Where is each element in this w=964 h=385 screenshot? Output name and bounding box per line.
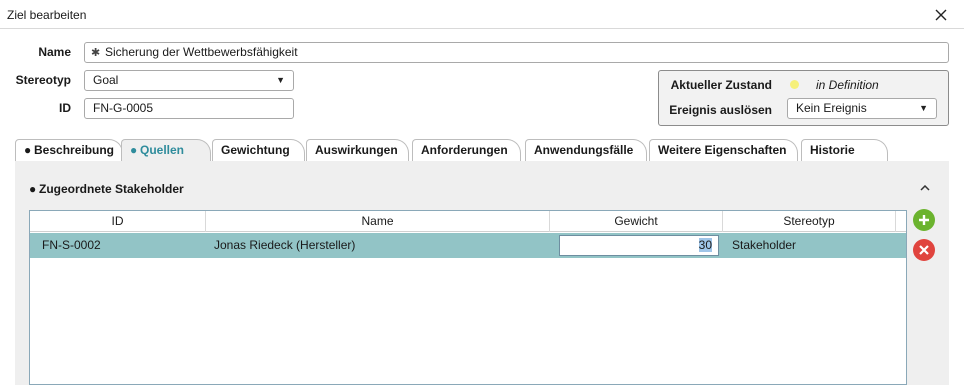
window-title: Ziel bearbeiten [7, 8, 87, 22]
current-state-value: in Definition [816, 78, 879, 92]
table-row[interactable]: FN-S-0002 Jonas Riedeck (Hersteller) 30 … [30, 233, 906, 258]
id-label: ID [59, 101, 71, 115]
tab-label: Historie [810, 143, 855, 157]
tab-label: Beschreibung [34, 143, 115, 157]
tab-bar: ● Beschreibung ● Quellen Gewichtung Auswir… [0, 139, 964, 161]
weight-value: 30 [698, 238, 712, 252]
add-circle-icon [919, 215, 929, 225]
stereotype-label: Stereotyp [15, 73, 71, 87]
dropdown-arrow-icon: ▼ [919, 103, 928, 113]
tab-gewichtung[interactable]: Gewichtung [212, 139, 305, 161]
close-button[interactable] [930, 4, 952, 26]
cell-name: Jonas Riedeck (Hersteller) [214, 238, 356, 252]
remove-button[interactable] [913, 239, 935, 261]
chevron-up-icon [920, 185, 930, 191]
bullet-icon: ● [130, 143, 138, 157]
section-title: ● Zugeordnete Stakeholder [29, 182, 184, 196]
state-indicator-icon [790, 80, 799, 89]
bullet-icon: ● [29, 182, 37, 196]
weight-input[interactable]: 30 [559, 235, 719, 256]
tab-label: Auswirkungen [315, 143, 398, 157]
tab-label: Gewichtung [221, 143, 290, 157]
tab-label: Anwendungsfälle [534, 143, 634, 157]
column-header-weight[interactable]: Gewicht [550, 211, 723, 232]
status-panel: Aktueller Zustand in Definition Ereignis… [658, 70, 949, 126]
stereotype-select[interactable]: Goal ▼ [84, 70, 294, 91]
bullet-icon: ● [24, 143, 32, 157]
stakeholder-table: ID Name Gewicht Stereotyp FN-S-0002 Jona… [29, 210, 907, 385]
event-value: Kein Ereignis [796, 101, 867, 115]
tab-anwendungsfaelle[interactable]: Anwendungsfälle [525, 139, 647, 161]
name-value: Sicherung der Wettbewerbsfähigkeit [105, 45, 298, 59]
section-title-text: Zugeordnete Stakeholder [39, 182, 184, 196]
cell-stereotype: Stakeholder [732, 238, 797, 252]
tab-quellen[interactable]: ● Quellen [121, 139, 211, 161]
remove-circle-icon [919, 245, 929, 255]
collapse-button[interactable] [917, 180, 933, 196]
stereotype-value: Goal [93, 73, 119, 87]
tab-beschreibung[interactable]: ● Beschreibung [15, 139, 123, 161]
column-header-id[interactable]: ID [30, 211, 206, 232]
cell-id: FN-S-0002 [42, 238, 101, 252]
column-header-name[interactable]: Name [206, 211, 550, 232]
tab-label: Quellen [140, 143, 185, 157]
current-state-label: Aktueller Zustand [670, 78, 772, 92]
tab-anforderungen[interactable]: Anforderungen [412, 139, 521, 161]
event-label: Ereignis auslösen [669, 103, 772, 117]
title-bar: Ziel bearbeiten [0, 0, 964, 29]
tab-weitere-eigenschaften[interactable]: Weitere Eigenschaften [649, 139, 798, 161]
event-select[interactable]: Kein Ereignis ▼ [787, 98, 937, 119]
id-value: FN-G-0005 [93, 101, 154, 115]
column-header-stereotype[interactable]: Stereotyp [723, 211, 896, 232]
name-field[interactable]: ✱ Sicherung der Wettbewerbsfähigkeit [84, 42, 949, 63]
tab-label: Anforderungen [421, 143, 508, 157]
table-header: ID Name Gewicht Stereotyp [30, 211, 906, 232]
tab-label: Weitere Eigenschaften [658, 143, 787, 157]
close-icon [935, 9, 947, 21]
tab-auswirkungen[interactable]: Auswirkungen [306, 139, 409, 161]
dropdown-arrow-icon: ▼ [276, 75, 285, 85]
required-marker: ✱ [91, 47, 101, 59]
name-label: Name [38, 45, 71, 59]
id-field[interactable]: FN-G-0005 [84, 98, 294, 119]
tab-historie[interactable]: Historie [801, 139, 888, 161]
add-button[interactable] [913, 209, 935, 231]
